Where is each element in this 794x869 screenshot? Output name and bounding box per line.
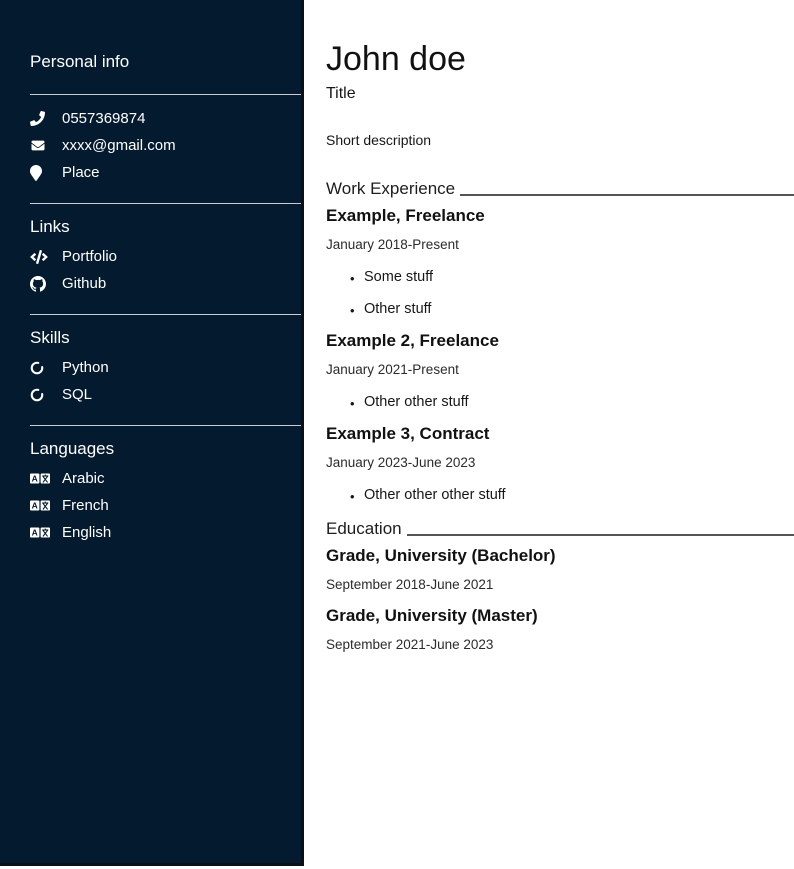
code-icon: [30, 250, 52, 264]
sidebar-section-title-links: Links: [0, 217, 301, 237]
work-entry: Example, Freelance January 2018-Present …: [326, 206, 794, 318]
section-heading-rule: [407, 534, 794, 536]
contact-email: xxxx@gmail.com: [0, 132, 301, 159]
section-heading-rule: [460, 194, 794, 196]
svg-text:A: A: [32, 501, 38, 511]
summary-text: Short description: [326, 132, 794, 149]
circle-notch-icon: [30, 388, 52, 402]
sidebar-section-title-skills: Skills: [0, 328, 301, 348]
language-label: French: [62, 497, 109, 514]
contact-phone: 0557369874: [0, 105, 301, 132]
bullet-item: Other other other stuff: [350, 487, 794, 504]
entry-bullets: Other other stuff: [350, 394, 794, 411]
language-icon: A: [30, 527, 52, 538]
svg-text:A: A: [32, 528, 38, 538]
education-entry: Grade, University (Master) September 202…: [326, 606, 794, 653]
language-icon: A: [30, 500, 52, 511]
language-label: Arabic: [62, 470, 105, 487]
links-items: Portfolio Github: [0, 243, 301, 297]
education-entry: Grade, University (Bachelor) September 2…: [326, 546, 794, 593]
contact-email-label: xxxx@gmail.com: [62, 137, 176, 154]
skills-items: Python SQL: [0, 354, 301, 408]
github-icon: [30, 276, 52, 292]
sidebar-section-title-languages: Languages: [0, 439, 301, 459]
entry-title: Example 2, Freelance: [326, 331, 794, 351]
entry-title: Grade, University (Master): [326, 606, 794, 626]
entry-date: January 2023-June 2023: [326, 455, 794, 471]
personal-info-items: 0557369874 xxxx@gmail.com Place: [0, 105, 301, 186]
language-arabic: A Arabic: [0, 465, 301, 492]
envelope-icon: [30, 139, 52, 152]
link-portfolio[interactable]: Portfolio: [0, 243, 301, 270]
job-title: Title: [326, 84, 794, 103]
link-github[interactable]: Github: [0, 270, 301, 297]
entry-date: January 2018-Present: [326, 237, 794, 253]
contact-location: Place: [0, 159, 301, 186]
entry-title: Example 3, Contract: [326, 424, 794, 444]
entry-bullets: Other other other stuff: [350, 487, 794, 504]
sidebar: Personal info 0557369874 xxxx@gmail.com …: [0, 0, 304, 866]
section-heading-label: Education: [326, 519, 407, 539]
location-pin-icon: [30, 165, 52, 181]
name-heading: John doe: [326, 40, 794, 79]
entry-title: Example, Freelance: [326, 206, 794, 226]
work-entry: Example 2, Freelance January 2021-Presen…: [326, 331, 794, 411]
section-heading-work-experience: Work Experience: [326, 179, 794, 199]
skill-label: SQL: [62, 386, 92, 403]
svg-text:A: A: [32, 474, 38, 484]
sidebar-divider: [30, 314, 301, 315]
bullet-item: Other other stuff: [350, 394, 794, 411]
skill-sql: SQL: [0, 381, 301, 408]
entry-date: September 2018-June 2021: [326, 577, 794, 593]
circle-notch-icon: [30, 361, 52, 375]
phone-icon: [30, 111, 52, 126]
entry-bullets: Some stuff Other stuff: [350, 269, 794, 318]
language-french: A French: [0, 492, 301, 519]
language-english: A English: [0, 519, 301, 546]
sidebar-divider: [30, 94, 301, 95]
section-heading-label: Work Experience: [326, 179, 460, 199]
bullet-item: Some stuff: [350, 269, 794, 286]
language-label: English: [62, 524, 111, 541]
languages-items: A Arabic A French A English: [0, 465, 301, 546]
contact-phone-label: 0557369874: [62, 110, 145, 127]
language-icon: A: [30, 473, 52, 484]
entry-title: Grade, University (Bachelor): [326, 546, 794, 566]
skill-label: Python: [62, 359, 109, 376]
sidebar-section-title-personal-info: Personal info: [0, 52, 301, 72]
sidebar-divider: [30, 203, 301, 204]
sidebar-divider: [30, 425, 301, 426]
section-heading-education: Education: [326, 519, 794, 539]
link-portfolio-label[interactable]: Portfolio: [62, 248, 117, 265]
contact-location-label: Place: [62, 164, 100, 181]
link-github-label[interactable]: Github: [62, 275, 106, 292]
entry-date: January 2021-Present: [326, 362, 794, 378]
skill-python: Python: [0, 354, 301, 381]
bullet-item: Other stuff: [350, 301, 794, 318]
resume-content: John doe Title Short description Work Ex…: [304, 0, 794, 869]
entry-date: September 2021-June 2023: [326, 637, 794, 653]
work-entry: Example 3, Contract January 2023-June 20…: [326, 424, 794, 504]
